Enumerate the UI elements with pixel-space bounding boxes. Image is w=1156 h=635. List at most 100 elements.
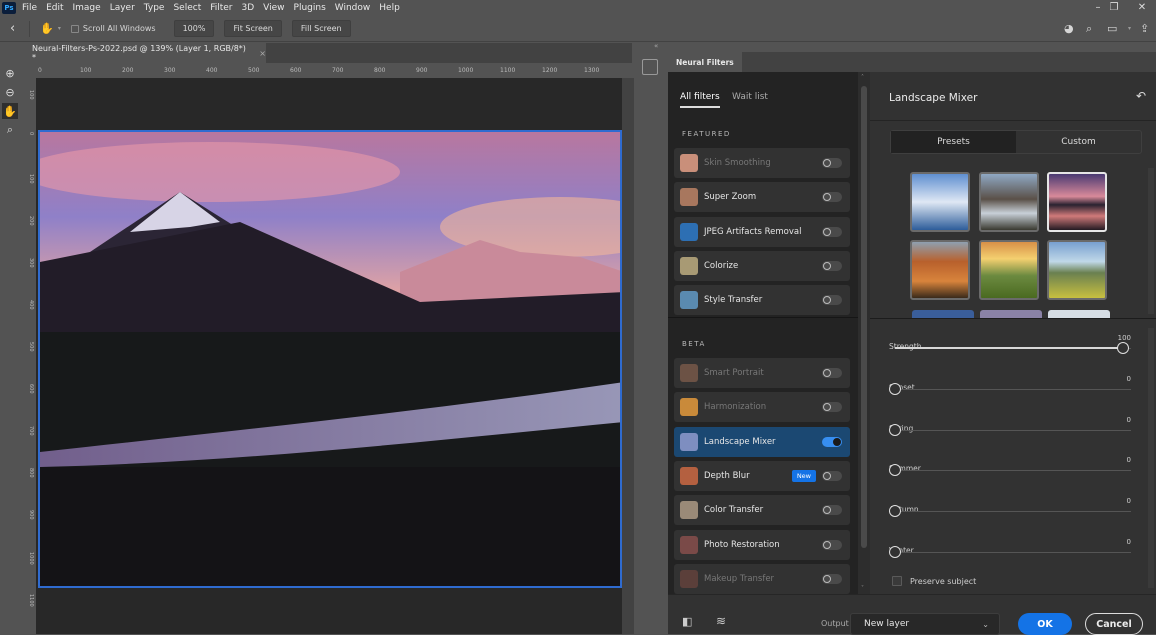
filter-toggle[interactable]: [822, 260, 842, 271]
compare-icon[interactable]: ◧: [682, 615, 692, 628]
search-icon[interactable]: ⌕: [1086, 22, 1092, 36]
slider-track[interactable]: [895, 511, 1131, 513]
filter-toggle[interactable]: [822, 402, 842, 413]
fit-screen-button[interactable]: Fit Screen: [224, 20, 282, 37]
filter-row[interactable]: Depth Blur New: [674, 460, 850, 491]
menu-type[interactable]: Type: [144, 3, 165, 13]
preset-winter-lake[interactable]: [910, 172, 970, 232]
slider-track[interactable]: [895, 470, 1131, 472]
fill-screen-button[interactable]: Fill Screen: [291, 20, 351, 37]
preset-canyon[interactable]: [910, 240, 970, 300]
sliders-scrollbar[interactable]: [1148, 328, 1154, 588]
slider-sunset[interactable]: Sunset 0: [889, 375, 1131, 399]
filter-toggle[interactable]: [822, 192, 842, 203]
slider-track[interactable]: [895, 388, 1131, 390]
menu-3d[interactable]: 3D: [242, 3, 255, 13]
zoom-out-icon[interactable]: ⊖: [2, 84, 18, 100]
filter-row[interactable]: Photo Restoration: [674, 529, 850, 560]
document-tab[interactable]: Neural-Filters-Ps-2022.psd @ 139% (Layer…: [26, 43, 266, 63]
scrollbar-thumb[interactable]: [861, 86, 867, 548]
learn-icon[interactable]: ◕: [1064, 22, 1074, 35]
slider-strength[interactable]: Strength100: [889, 334, 1131, 358]
slider-knob[interactable]: [889, 382, 901, 395]
filter-toggle[interactable]: [822, 573, 842, 584]
neural-filters-tab[interactable]: Neural Filters: [668, 52, 742, 72]
zoom-in-icon[interactable]: ⊕: [2, 65, 18, 81]
filter-list-scrollbar[interactable]: ˄ ˅: [858, 72, 870, 594]
slider-track[interactable]: [895, 429, 1131, 431]
preset-mountain-valley[interactable]: [978, 172, 1039, 232]
close-tab-icon[interactable]: ×: [259, 49, 266, 58]
filter-row[interactable]: Style Transfer: [674, 285, 850, 316]
menu-select[interactable]: Select: [173, 3, 201, 13]
filter-toggle[interactable]: [822, 368, 842, 378]
menu-window[interactable]: Window: [335, 3, 371, 13]
reset-icon[interactable]: ↶: [1136, 89, 1146, 103]
slider-knob[interactable]: [889, 546, 901, 558]
filter-row[interactable]: Smart Portrait: [674, 358, 850, 388]
slider-spring[interactable]: Spring 0: [889, 416, 1131, 440]
slider-track[interactable]: [895, 552, 1131, 553]
preset-sunset-peak[interactable]: [1047, 172, 1107, 232]
scroll-down-icon[interactable]: ˅: [861, 585, 864, 592]
slider-knob[interactable]: [889, 423, 901, 436]
layers-icon[interactable]: ≋: [716, 614, 726, 628]
menu-file[interactable]: File: [22, 3, 37, 13]
ok-button[interactable]: OK: [1018, 613, 1072, 635]
filter-row[interactable]: Colorize: [674, 250, 850, 281]
zoom-100-button[interactable]: 100%: [173, 20, 215, 37]
filter-row[interactable]: Landscape Mixer: [674, 426, 850, 457]
workspace-icon[interactable]: ▭: [1107, 22, 1117, 35]
filter-row[interactable]: Color Transfer: [674, 495, 850, 526]
presets-tab[interactable]: Presets: [891, 131, 1016, 153]
slider-winter[interactable]: Winter 0: [889, 538, 1131, 562]
filter-toggle[interactable]: [822, 505, 842, 516]
filter-row[interactable]: Super Zoom: [674, 182, 850, 213]
slider-knob[interactable]: [1117, 342, 1129, 354]
hand-icon[interactable]: ✋: [40, 22, 54, 35]
slider-autumn[interactable]: Autumn 0: [889, 497, 1131, 521]
tab-all-filters[interactable]: All filters: [680, 92, 720, 108]
menu-view[interactable]: View: [263, 3, 284, 13]
preserve-subject-checkbox[interactable]: Preserve subject: [892, 576, 976, 586]
preset-green-meadow[interactable]: [1047, 240, 1107, 300]
menu-image[interactable]: Image: [73, 3, 101, 13]
menu-edit[interactable]: Edit: [46, 3, 63, 13]
chevron-down-icon[interactable]: ▾: [58, 25, 61, 32]
menu-filter[interactable]: Filter: [210, 3, 232, 13]
canvas-scrollbar[interactable]: [622, 78, 634, 634]
filter-toggle[interactable]: [822, 158, 842, 168]
tab-wait-list[interactable]: Wait list: [732, 92, 768, 102]
menu-layer[interactable]: Layer: [110, 3, 135, 13]
preset-sunrise-hills[interactable]: [978, 240, 1039, 300]
custom-tab[interactable]: Custom: [1016, 131, 1141, 153]
filter-toggle[interactable]: [822, 539, 842, 550]
filter-row[interactable]: JPEG Artifacts Removal: [674, 216, 850, 247]
filter-row[interactable]: Makeup Transfer: [674, 563, 850, 594]
menu-plugins[interactable]: Plugins: [294, 3, 326, 13]
scroll-all-windows-checkbox[interactable]: Scroll All Windows: [70, 24, 156, 33]
filter-toggle[interactable]: [822, 436, 842, 447]
zoom-tool-icon[interactable]: ⌕: [2, 122, 18, 138]
output-select[interactable]: New layer ⌄: [850, 613, 1000, 635]
checkbox[interactable]: [892, 576, 902, 586]
slider-knob[interactable]: [889, 464, 901, 477]
filter-row[interactable]: Skin Smoothing: [674, 148, 850, 178]
neural-filters-panel-icon[interactable]: [642, 59, 658, 75]
cancel-button[interactable]: Cancel: [1085, 613, 1143, 635]
presets-scrollbar[interactable]: [1148, 168, 1154, 314]
chevron-left-icon[interactable]: ‹: [10, 21, 15, 36]
preset-thumbnail[interactable]: [1048, 310, 1110, 318]
restore-button[interactable]: ❐: [1100, 0, 1128, 15]
filter-row[interactable]: Harmonization: [674, 392, 850, 423]
filter-toggle[interactable]: [822, 295, 842, 306]
document-image[interactable]: [38, 130, 622, 588]
scroll-up-icon[interactable]: ˄: [861, 74, 864, 81]
slider-knob[interactable]: [889, 505, 901, 518]
collapse-panels-icon[interactable]: «: [654, 42, 658, 50]
share-icon[interactable]: ⇪: [1140, 22, 1149, 35]
checkbox[interactable]: [70, 24, 79, 33]
slider-summer[interactable]: Summer 0: [889, 456, 1131, 480]
filter-toggle[interactable]: [822, 226, 842, 237]
menu-help[interactable]: Help: [379, 3, 400, 13]
